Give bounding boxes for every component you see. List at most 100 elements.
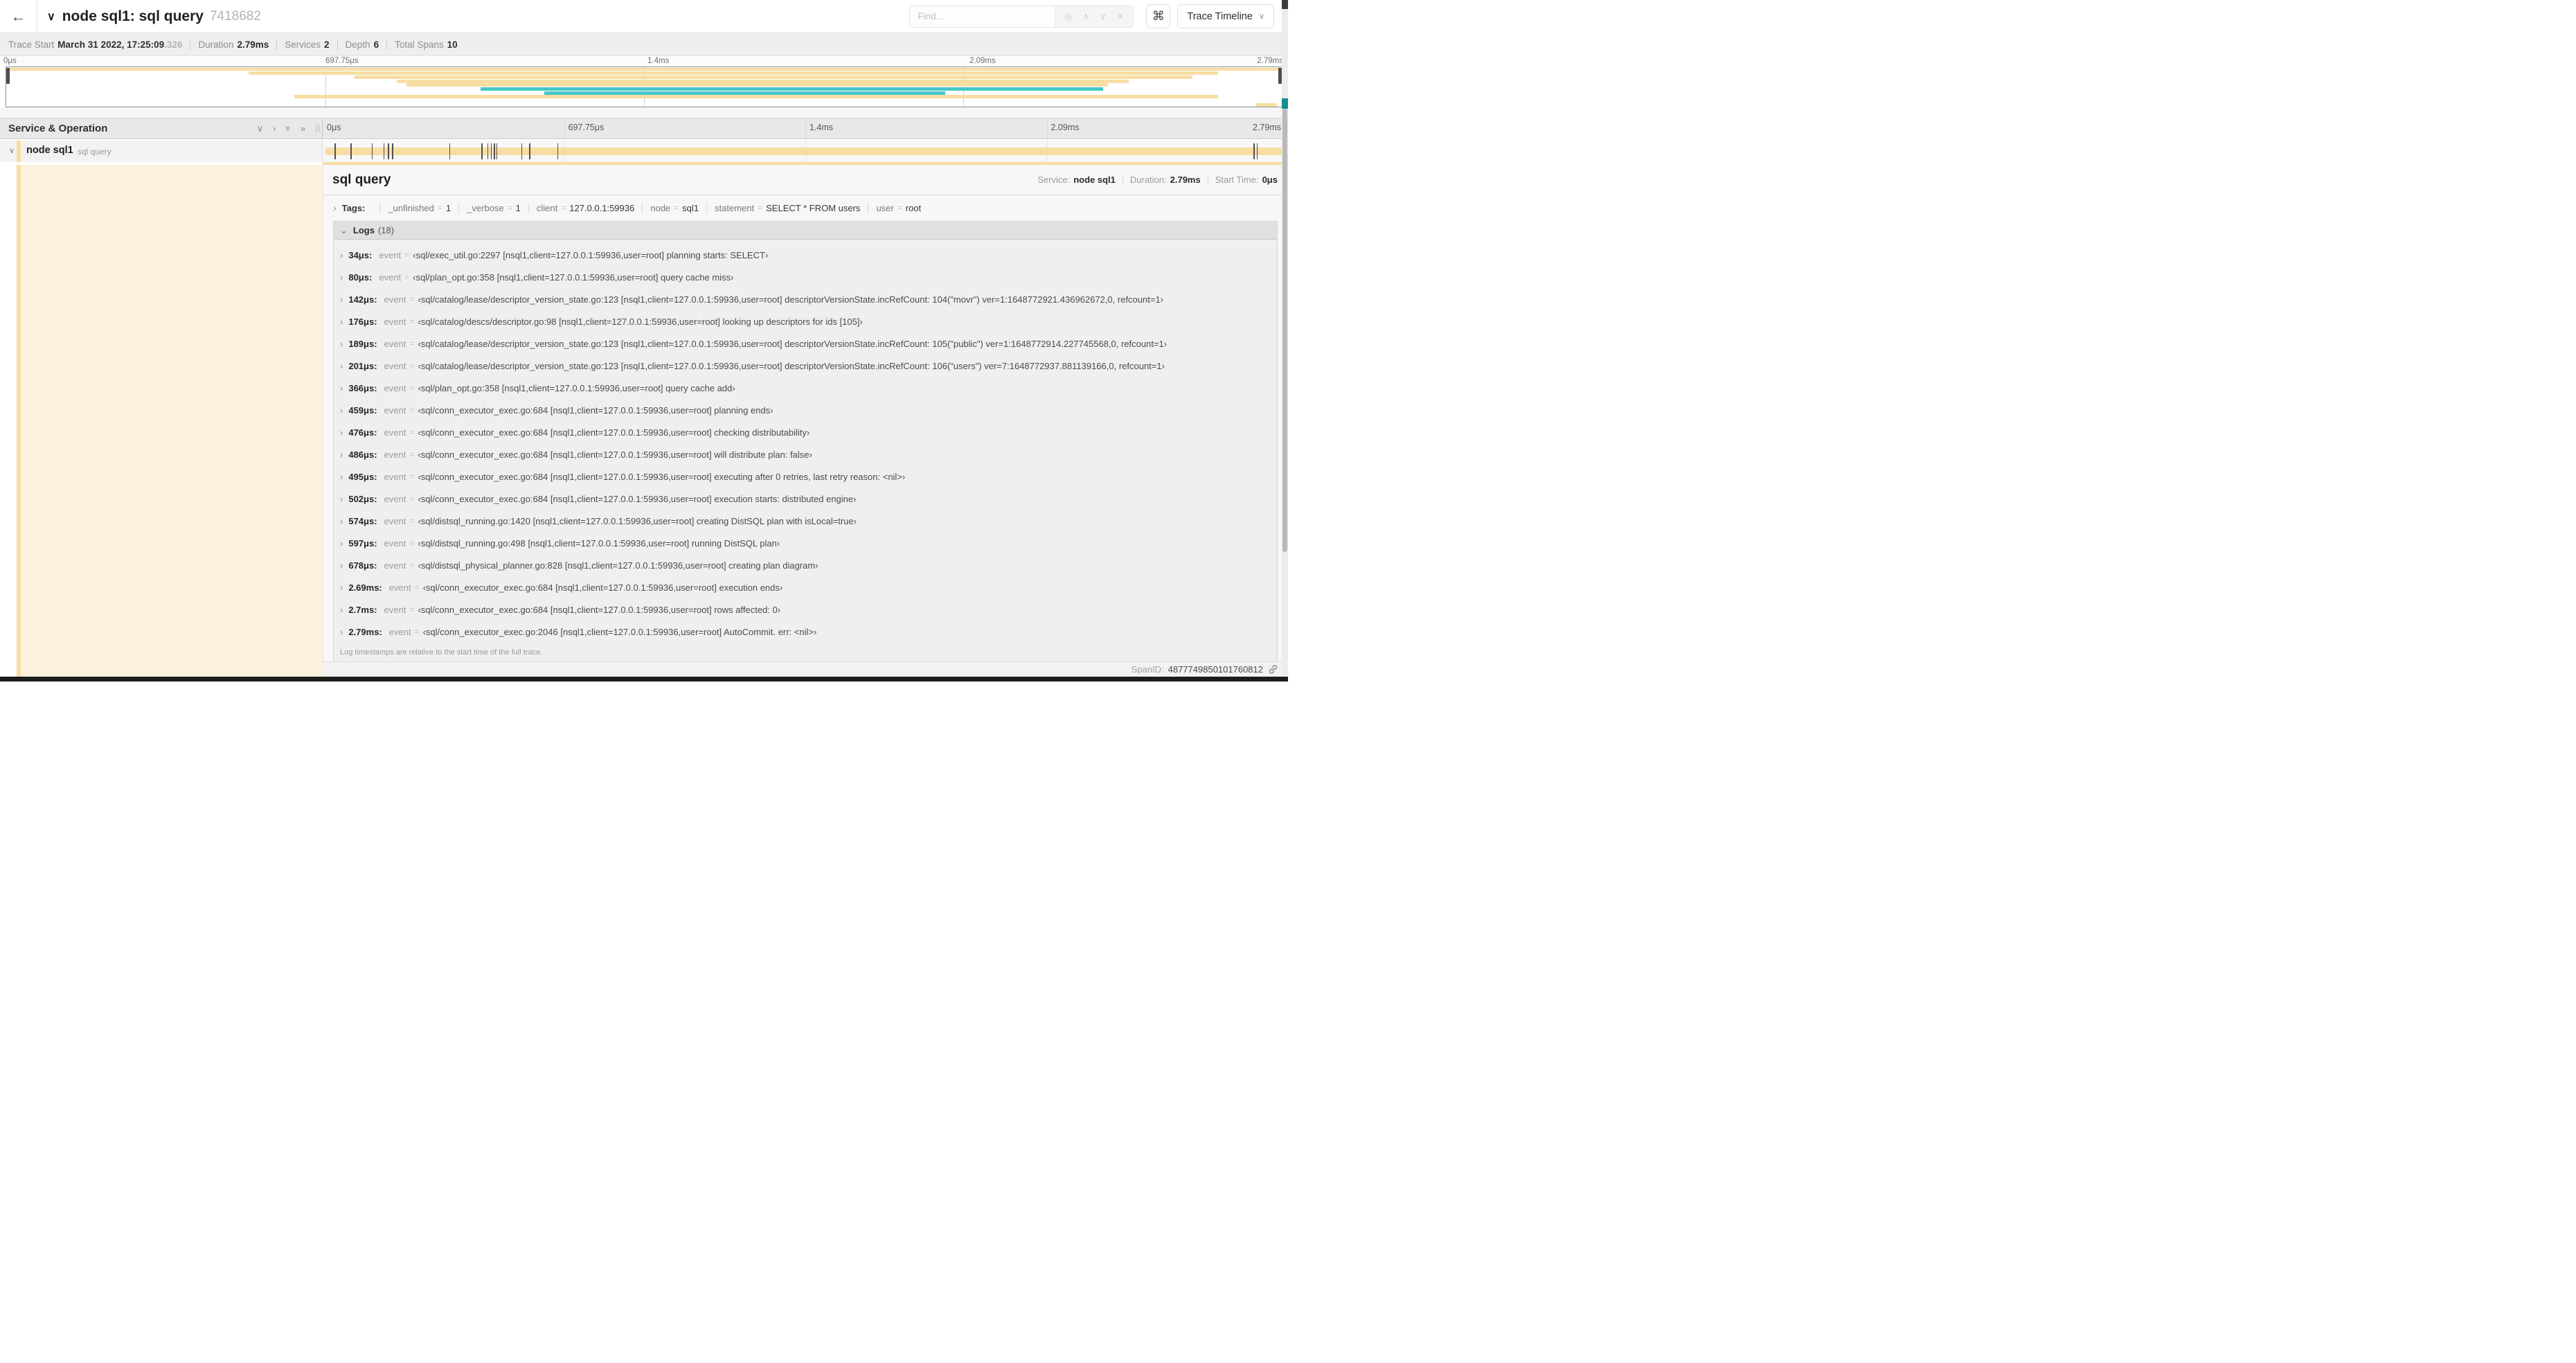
next-match-icon[interactable]: ∨ [1100,11,1107,22]
span-row-timeline-cell[interactable] [323,141,1288,162]
collapse-all-icon[interactable]: » [283,126,294,131]
clear-find-icon[interactable]: ✕ [1116,11,1124,22]
trace-minimap[interactable] [6,66,1282,107]
tag-key: _verbose [467,202,504,213]
view-selector-button[interactable]: Trace Timeline ∨ [1177,4,1274,28]
span-row-name-cell[interactable]: ∨ node sql1 sql query [0,141,323,162]
expand-one-icon[interactable]: › [273,123,276,134]
chevron-right-icon: › [340,493,343,504]
log-value: ‹sql/conn_executor_exec.go:684 [nsql1,cl… [418,604,781,615]
logs-footnote: Log timestamps are relative to the start… [340,648,543,657]
prev-match-icon[interactable]: ∧ [1082,11,1089,22]
log-row[interactable]: › 176μs: event = ‹sql/catalog/descs/desc… [334,310,1277,332]
log-row[interactable]: › 486μs: event = ‹sql/conn_executor_exec… [334,443,1277,465]
log-row[interactable]: › 459μs: event = ‹sql/conn_executor_exec… [334,399,1277,421]
link-icon[interactable] [1268,664,1278,675]
equals-sign: = [409,339,415,348]
chevron-right-icon: › [340,382,343,393]
back-arrow-icon: ← [10,7,26,25]
summary-value: 10 [447,39,458,50]
span-log-marker [449,143,451,159]
log-row[interactable]: › 495μs: event = ‹sql/conn_executor_exec… [334,465,1277,488]
span-log-marker [383,143,385,159]
log-row[interactable]: › 597μs: event = ‹sql/distsql_running.go… [334,532,1277,554]
locate-icon[interactable]: ◎ [1064,11,1072,22]
equals-sign: = [437,203,442,213]
timeline-grid-header: Service & Operation ∨ › » » || 2.79ms 0μ… [0,118,1288,139]
equals-sign: = [409,494,415,504]
meta-label: Service: [1037,175,1071,185]
service-operation-title: Service & Operation [8,123,108,134]
span-log-marker [557,143,559,159]
log-row[interactable]: › 2.79ms: event = ‹sql/conn_executor_exe… [334,621,1277,643]
log-timestamp: 502μs: [348,493,377,504]
equals-sign: = [404,250,410,260]
summary-item: Services 2 [269,39,330,50]
span-log-marker [334,143,336,159]
log-key: event [384,404,406,416]
equals-sign: = [409,361,415,371]
log-key: event [388,582,411,593]
log-value: ‹sql/plan_opt.go:358 [nsql1,client=127.0… [418,382,735,393]
log-timestamp: 142μs: [348,294,377,305]
timeline-tick-label: 2.09ms [1050,123,1080,132]
chevron-right-icon: › [340,537,343,549]
equals-sign: = [409,516,415,526]
span-collapse-chevron-icon[interactable]: ∨ [9,146,15,155]
log-row[interactable]: › 574μs: event = ‹sql/distsql_running.go… [334,510,1277,532]
minimap-span-bar [396,79,1129,83]
span-duration-bar[interactable] [325,148,1286,155]
find-input[interactable] [910,6,1055,27]
summary-item: Trace Start March 31 2022, 17:25:09 .326 [8,39,182,50]
timeline-tick-label: 697.75μs [568,123,605,132]
logs-header[interactable]: ⌄ Logs (18) [334,222,1277,240]
log-key: event [379,271,402,283]
back-button[interactable]: ← [0,0,37,33]
span-log-marker [1253,143,1255,159]
keyboard-shortcuts-button[interactable]: ⌘ [1146,4,1171,28]
scrollbar-thumb[interactable] [1282,109,1287,552]
column-resize-handle[interactable]: || [315,124,321,132]
minimap-gap [0,107,1288,118]
equals-sign: = [414,627,420,636]
log-row[interactable]: › 476μs: event = ‹sql/conn_executor_exec… [334,421,1277,443]
log-key: event [384,560,406,571]
tag-item: _verbose = 1 [451,202,521,213]
tags-label: Tags: [341,202,366,213]
logs-label: Logs [352,225,375,235]
equals-sign: = [409,317,415,326]
chevron-down-icon: ⌄ [340,224,348,235]
minimap-left-handle[interactable] [6,68,10,84]
log-row[interactable]: › 678μs: event = ‹sql/distsql_physical_p… [334,554,1277,576]
span-row: ∨ node sql1 sql query [0,141,1288,162]
log-value: ‹sql/catalog/lease/descriptor_version_st… [418,338,1168,349]
log-row[interactable]: › 2.7ms: event = ‹sql/conn_executor_exec… [334,598,1277,621]
equals-sign: = [409,538,415,548]
log-row[interactable]: › 189μs: event = ‹sql/catalog/lease/desc… [334,332,1277,355]
log-row[interactable]: › 34μs: event = ‹sql/exec_util.go:2297 [… [334,244,1277,266]
log-row[interactable]: › 80μs: event = ‹sql/plan_opt.go:358 [ns… [334,266,1277,288]
page-scrollbar[interactable] [1282,0,1288,677]
log-key: event [384,537,406,549]
find-group: ◎ ∧ ∨ ✕ [909,5,1134,28]
trace-title: node sql1: sql query [62,8,204,24]
log-timestamp: 80μs: [348,271,373,283]
log-key: event [384,493,406,504]
log-timestamp: 486μs: [348,449,377,460]
collapse-one-icon[interactable]: ∨ [257,123,264,134]
log-row[interactable]: › 142μs: event = ‹sql/catalog/lease/desc… [334,288,1277,310]
log-timestamp: 2.7ms: [348,604,377,615]
tags-accordion[interactable]: › Tags: _unfinished = 1 _verbose = 1 cli… [323,195,1288,220]
trace-collapse-chevron-icon[interactable]: ∨ [47,10,55,24]
log-row[interactable]: › 2.69ms: event = ‹sql/conn_executor_exe… [334,576,1277,598]
span-log-marker [496,143,498,159]
expand-all-icon[interactable]: » [301,123,305,134]
summary-item: Total Spans 10 [379,39,458,50]
log-value: ‹sql/catalog/lease/descriptor_version_st… [418,294,1164,305]
log-row[interactable]: › 201μs: event = ‹sql/catalog/lease/desc… [334,355,1277,377]
tag-key: client [536,202,558,213]
log-timestamp: 34μs: [348,249,373,260]
tag-item: _unfinished = 1 [372,202,451,213]
log-row[interactable]: › 502μs: event = ‹sql/conn_executor_exec… [334,488,1277,510]
log-row[interactable]: › 366μs: event = ‹sql/plan_opt.go:358 [n… [334,377,1277,399]
